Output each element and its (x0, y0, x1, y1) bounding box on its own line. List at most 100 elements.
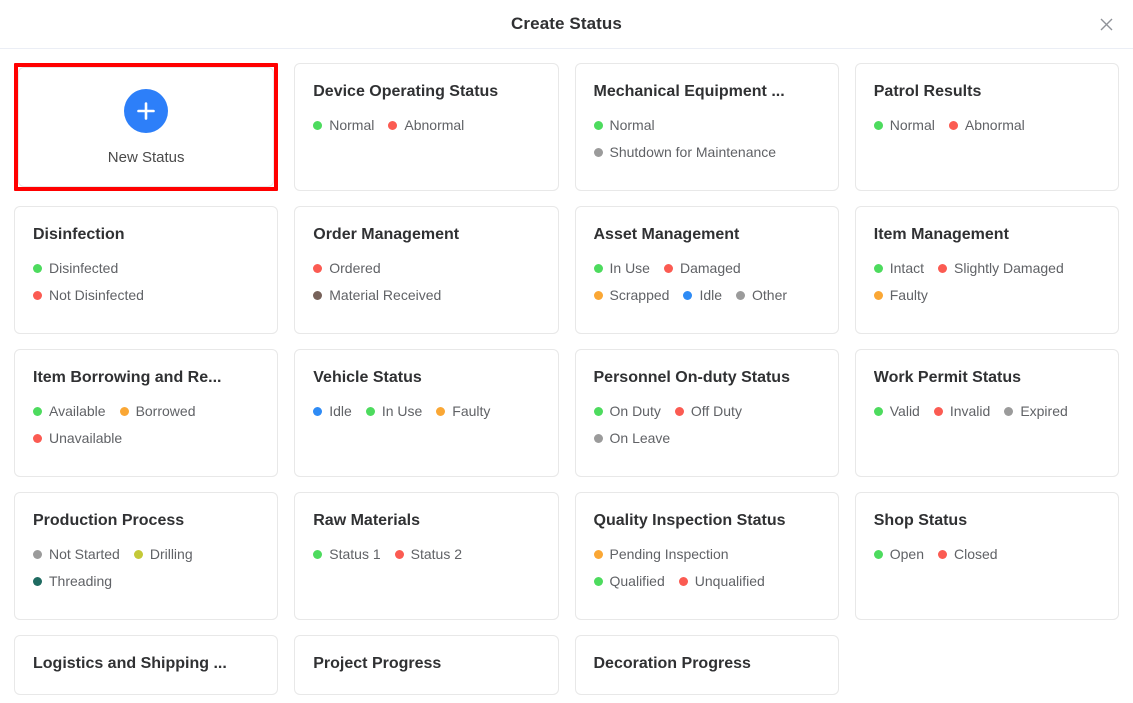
status-option: Status 2 (394, 546, 462, 562)
status-option-label: Normal (609, 117, 655, 133)
dialog-body: New Status Device Operating Status Normal… (0, 49, 1133, 703)
status-color-dot (938, 549, 947, 559)
status-option: Ordered (313, 260, 381, 276)
status-card[interactable]: Quality Inspection Status Pending Inspect… (574, 492, 839, 620)
status-card[interactable]: Work Permit Status Valid Invalid Expired (854, 349, 1119, 477)
status-color-dot (593, 290, 603, 300)
status-option-row: Normal Abnormal (313, 117, 539, 133)
status-color-dot (873, 406, 883, 416)
status-option-row: On Duty Off Duty (593, 403, 820, 419)
status-option: Other (736, 287, 787, 303)
new-status-card[interactable]: New Status (18, 67, 275, 187)
status-option-label: Status 2 (410, 546, 462, 562)
status-option-label: Expired (1020, 403, 1068, 419)
status-option: Shutdown for Maintenance (593, 144, 777, 160)
status-color-dot (1004, 406, 1014, 416)
status-card[interactable]: Raw Materials Status 1 Status 2 (294, 492, 559, 620)
status-option-label: Abnormal (404, 117, 465, 133)
status-color-dot (33, 290, 42, 300)
status-color-dot (33, 406, 42, 416)
status-card[interactable]: Item Management Intact Slightly Damaged Fau… (854, 206, 1119, 334)
status-option-row: Pending Inspection (593, 546, 820, 562)
status-card[interactable]: Item Borrowing and Re... Available Borrowe… (14, 349, 279, 477)
status-option-label: Intact (889, 260, 924, 276)
status-card[interactable]: Logistics and Shipping ... (14, 635, 279, 695)
new-status-label: New Status (107, 148, 185, 166)
status-option-label: Threading (49, 573, 113, 589)
status-card[interactable]: Production Process Not Started Drilling Thr… (14, 492, 279, 620)
status-color-dot (33, 263, 42, 273)
status-color-dot (33, 549, 42, 559)
status-option-row: Faulty (873, 287, 1100, 303)
status-option-label: Available (49, 403, 106, 419)
status-card-title: Patrol Results (873, 83, 982, 100)
status-option-label: Abnormal (964, 117, 1025, 133)
status-option-label: Normal (889, 117, 935, 133)
status-option: Not Disinfected (33, 287, 144, 303)
status-option-rows: Normal Abnormal (873, 117, 1100, 133)
status-card[interactable]: Decoration Progress (574, 635, 839, 695)
status-option: Normal (313, 117, 374, 133)
status-option-rows: Idle In Use Faulty (313, 403, 539, 419)
status-card[interactable]: Vehicle Status Idle In Use Faulty (294, 349, 559, 477)
status-color-dot (593, 263, 603, 273)
status-color-dot (938, 263, 947, 273)
status-option-row: Unavailable (33, 430, 259, 446)
status-card[interactable]: Mechanical Equipment ... Normal Shutdown f… (574, 63, 839, 191)
status-option: Open (873, 546, 924, 562)
status-card[interactable]: Personnel On-duty Status On Duty Off Duty O… (574, 349, 839, 477)
status-card-title: Shop Status (873, 512, 968, 529)
status-color-dot (313, 120, 323, 130)
status-option-row: Shutdown for Maintenance (593, 144, 820, 160)
status-option-label: In Use (381, 403, 423, 419)
status-option: Slightly Damaged (938, 260, 1064, 276)
status-card-title: Work Permit Status (873, 369, 1022, 386)
status-option: Pending Inspection (593, 546, 729, 562)
status-card[interactable]: Project Progress (294, 635, 559, 695)
status-option-label: Material Received (329, 287, 442, 303)
status-card-title: Item Management (873, 226, 1009, 243)
status-option-label: Unqualified (694, 573, 765, 589)
status-option-rows: Intact Slightly Damaged Faulty (873, 260, 1100, 303)
status-card-title: Raw Materials (313, 512, 420, 529)
status-option-row: Idle In Use Faulty (313, 403, 539, 419)
status-option: Damaged (663, 260, 741, 276)
status-option: In Use (593, 260, 650, 276)
status-option: Status 1 (313, 546, 381, 562)
status-color-dot (133, 549, 143, 559)
status-option: Unqualified (678, 573, 765, 589)
status-card[interactable]: Disinfection Disinfected Not Disinfected (14, 206, 279, 334)
status-option-label: Shutdown for Maintenance (609, 144, 777, 160)
status-card[interactable]: Shop Status Open Closed (854, 492, 1119, 620)
status-option: Drilling (133, 546, 193, 562)
status-option-rows: Disinfected Not Disinfected (33, 260, 259, 303)
status-card[interactable]: Patrol Results Normal Abnormal (854, 63, 1119, 191)
status-card[interactable]: Asset Management In Use Damaged Scrapped Idl… (574, 206, 839, 334)
status-option-rows: Open Closed (873, 546, 1100, 562)
status-option: On Duty (593, 403, 661, 419)
status-color-dot (873, 549, 883, 559)
status-card[interactable]: Device Operating Status Normal Abnormal (294, 63, 559, 191)
status-option-row: Available Borrowed (33, 403, 259, 419)
status-color-dot (593, 433, 603, 443)
status-option-row: Scrapped Idle Other (593, 287, 820, 303)
status-option: Abnormal (948, 117, 1025, 133)
status-option-label: Pending Inspection (609, 546, 729, 562)
status-card-title: Order Management (313, 226, 460, 243)
status-option-label: Slightly Damaged (954, 260, 1064, 276)
status-option: Faulty (436, 403, 490, 419)
status-color-dot (33, 433, 42, 443)
status-option: Normal (593, 117, 655, 133)
status-color-dot (593, 406, 603, 416)
status-option-label: Qualified (609, 573, 665, 589)
status-option-row: On Leave (593, 430, 820, 446)
status-color-dot (873, 290, 883, 300)
status-color-dot (933, 406, 943, 416)
status-option: Off Duty (674, 403, 742, 419)
status-option-row: Not Started Drilling (33, 546, 259, 562)
status-option-rows: Valid Invalid Expired (873, 403, 1100, 419)
status-option-label: Not Disinfected (49, 287, 144, 303)
status-card-title: Personnel On-duty Status (593, 369, 790, 386)
status-card[interactable]: Order Management Ordered Material Received (294, 206, 559, 334)
close-icon[interactable] (1093, 11, 1119, 37)
